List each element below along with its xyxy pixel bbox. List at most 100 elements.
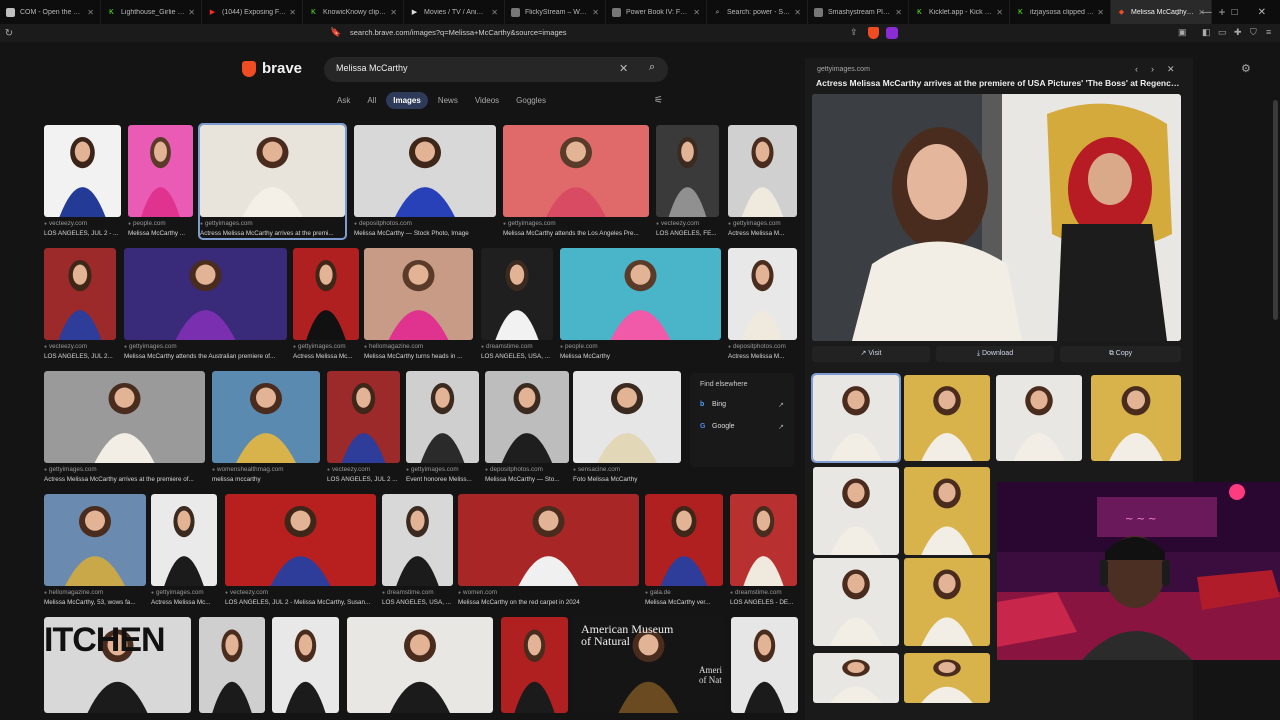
result-title[interactable]: Melissa McCarthy — Stock Photo, Image [354, 229, 496, 238]
previous-icon[interactable]: ‹ [1135, 64, 1138, 74]
image-result[interactable]: sensacine.comFoto Melissa McCarthy [573, 371, 681, 484]
split-view-icon[interactable]: ◧ [1202, 27, 1211, 38]
browser-tab[interactable]: K Kicklet.app - Kick Chatbot✕ [909, 0, 1010, 24]
image-result[interactable] [501, 617, 568, 713]
result-source[interactable]: depositphotos.com [485, 465, 569, 475]
result-thumbnail[interactable] [327, 371, 400, 463]
result-thumbnail[interactable] [44, 494, 146, 586]
image-result[interactable] [731, 617, 798, 713]
image-result[interactable]: hellomagazine.comMelissa McCarthy, 53, w… [44, 494, 146, 607]
result-title[interactable]: Melissa McCarthy ver... [645, 598, 723, 607]
brave-logo[interactable]: brave [242, 60, 302, 77]
result-thumbnail[interactable] [656, 125, 719, 217]
close-tab-icon[interactable]: ✕ [390, 8, 397, 17]
visit-button[interactable]: ↗ Visit [812, 346, 930, 362]
next-icon[interactable]: › [1151, 64, 1154, 74]
image-result[interactable]: vecteezy.comLOS ANGELES, JUL 2 - Melissa… [225, 494, 376, 607]
close-tab-icon[interactable]: ✕ [87, 8, 94, 17]
find-elsewhere-google[interactable]: G Google ↗ [700, 423, 788, 431]
result-thumbnail[interactable] [151, 494, 217, 586]
result-thumbnail[interactable] [485, 371, 569, 463]
image-result[interactable]: vecteezy.comLOS ANGELES, JUL 2 ... [327, 371, 400, 484]
result-title[interactable]: LOS ANGELES, JUL 2 - ... [44, 229, 121, 238]
related-image-thumbnail[interactable] [813, 558, 899, 646]
result-thumbnail[interactable] [573, 371, 681, 463]
image-result[interactable]: people.comMelissa McCarthy ... [128, 125, 193, 238]
browser-tab[interactable]: ▶ (1044) Exposing FAKE DBD✕ [202, 0, 303, 24]
image-result[interactable]: dreamstime.comLOS ANGELES, USA, ... [481, 248, 553, 361]
result-source[interactable]: gettyimages.com [124, 342, 287, 352]
image-result[interactable]: gettyimages.comMelissa McCarthy attends … [503, 125, 649, 238]
search-icon[interactable]: ⌕ [649, 61, 655, 74]
result-thumbnail[interactable] [347, 617, 493, 713]
browser-tab[interactable]: Power Book IV: Force (2024✕ [606, 0, 707, 24]
preview-title[interactable]: Actress Melissa McCarthy arrives at the … [816, 78, 1181, 88]
result-source[interactable]: people.com [128, 219, 193, 229]
result-title[interactable]: Actress Melissa M... [728, 352, 797, 361]
bookmark-icon[interactable]: 🔖 [330, 27, 341, 38]
result-thumbnail[interactable] [272, 617, 339, 713]
image-result[interactable]: gettyimages.comActress Melissa M... [728, 125, 797, 238]
result-thumbnail[interactable] [645, 494, 723, 586]
result-title[interactable]: LOS ANGELES, JUL 2... [44, 352, 116, 361]
result-thumbnail[interactable] [382, 494, 453, 586]
url-field[interactable]: search.brave.com/images?q=Melissa+McCart… [350, 26, 890, 40]
result-title[interactable]: Event honoree Meliss... [406, 475, 479, 484]
result-thumbnail[interactable] [728, 248, 797, 340]
result-thumbnail[interactable] [458, 494, 639, 586]
browser-tab[interactable]: ⌕ Search: power - SmashySt✕ [707, 0, 808, 24]
image-result[interactable]: vecteezy.comLOS ANGELES, JUL 2 - ... [44, 125, 121, 238]
tab-videos[interactable]: Videos [468, 92, 506, 109]
result-source[interactable]: women.com [458, 588, 639, 598]
tab-search-icon[interactable]: ⌄ [1173, 7, 1181, 18]
result-title[interactable]: Foto Melissa McCarthy [573, 475, 681, 484]
result-thumbnail[interactable] [730, 494, 797, 586]
image-result[interactable]: people.comMelissa McCarthy [560, 248, 721, 361]
result-thumbnail[interactable] [44, 248, 116, 340]
close-window-icon[interactable]: ✕ [1258, 7, 1266, 18]
result-source[interactable]: womenshealthmag.com [212, 465, 320, 475]
result-source[interactable]: dreamstime.com [730, 588, 797, 598]
image-result[interactable]: dreamstime.comLOS ANGELES - DE... [730, 494, 797, 607]
image-result[interactable]: depositphotos.comMelissa McCarthy — Stoc… [354, 125, 496, 238]
result-thumbnail[interactable] [124, 248, 287, 340]
related-image-thumbnail[interactable] [904, 375, 990, 461]
tab-news[interactable]: News [431, 92, 465, 109]
image-result[interactable]: depositphotos.comMelissa McCarthy — Sto.… [485, 371, 569, 484]
image-result[interactable]: women.comMelissa McCarthy on the red car… [458, 494, 639, 607]
result-thumbnail[interactable] [503, 125, 649, 217]
image-result[interactable]: gettyimages.comEvent honoree Meliss... [406, 371, 479, 484]
clear-icon[interactable]: ✕ [619, 62, 628, 75]
image-result[interactable]: vecteezy.comLOS ANGELES, JUL 2... [44, 248, 116, 361]
result-title[interactable]: Melissa McCarthy — Sto... [485, 475, 569, 484]
result-thumbnail[interactable] [501, 617, 568, 713]
close-tab-icon[interactable]: ✕ [794, 8, 801, 17]
result-source[interactable]: gettyimages.com [293, 342, 359, 352]
image-result[interactable] [347, 617, 493, 713]
result-title[interactable]: melissa mccarthy [212, 475, 320, 484]
result-title[interactable]: Actress Melissa McCarthy arrives at the … [200, 229, 345, 238]
vpn-icon[interactable]: ⛉ [1250, 27, 1257, 38]
sidebar-icon[interactable]: ▣ [1178, 27, 1187, 38]
tab-images[interactable]: Images [386, 92, 428, 109]
result-title[interactable]: LOS ANGELES, USA, ... [382, 598, 453, 607]
related-image-thumbnail[interactable] [904, 467, 990, 555]
result-title[interactable]: Melissa McCarthy on the red carpet in 20… [458, 598, 639, 607]
result-source[interactable]: gettyimages.com [44, 465, 205, 475]
browser-tab[interactable]: K KnowicKnowy clipped by it✕ [303, 0, 404, 24]
result-title[interactable]: Actress Melissa M... [728, 229, 797, 238]
result-source[interactable]: vecteezy.com [225, 588, 376, 598]
image-result[interactable] [272, 617, 339, 713]
result-source[interactable]: vecteezy.com [44, 342, 116, 352]
image-result[interactable]: hellomagazine.comMelissa McCarthy turns … [364, 248, 473, 361]
result-title[interactable]: Melissa McCarthy [560, 352, 721, 361]
result-source[interactable]: vecteezy.com [327, 465, 400, 475]
related-image-thumbnail[interactable] [813, 653, 899, 703]
image-result[interactable] [199, 617, 265, 713]
result-title[interactable]: Actress Melissa McCarthy arrives at the … [44, 475, 205, 484]
image-result[interactable]: gettyimages.comMelissa McCarthy attends … [124, 248, 287, 361]
result-title[interactable]: Melissa McCarthy attends the Los Angeles… [503, 229, 649, 238]
result-thumbnail[interactable] [728, 125, 797, 217]
result-source[interactable]: dreamstime.com [382, 588, 453, 598]
search-bar[interactable]: Melissa McCarthy ✕ ⌕ [324, 57, 668, 82]
